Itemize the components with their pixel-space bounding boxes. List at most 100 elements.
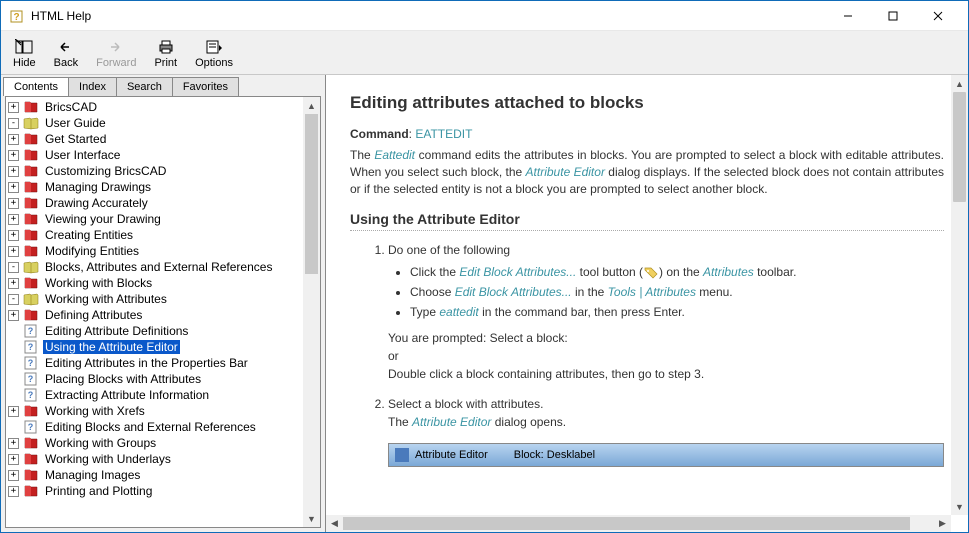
book-open-icon [23, 260, 39, 274]
content-vertical-scrollbar[interactable]: ▲ ▼ [951, 75, 968, 515]
help-page-icon [23, 420, 39, 434]
hide-button[interactable]: Hide [5, 35, 44, 71]
scroll-right-icon[interactable]: ▶ [934, 515, 951, 532]
svg-text:?: ? [13, 12, 19, 23]
back-icon [56, 37, 76, 57]
expand-toggle[interactable]: + [8, 438, 19, 449]
tree-item[interactable]: Working with Groups [43, 436, 158, 450]
tree-item[interactable]: Customizing BricsCAD [43, 164, 168, 178]
tab-contents[interactable]: Contents [3, 77, 69, 96]
tree-item[interactable]: Editing Attributes in the Properties Bar [43, 356, 250, 370]
scroll-up-icon[interactable]: ▲ [951, 75, 968, 92]
scroll-left-icon[interactable]: ◀ [326, 515, 343, 532]
print-button[interactable]: Print [146, 35, 185, 71]
hide-icon [14, 37, 34, 57]
book-icon [23, 100, 39, 114]
book-icon [23, 164, 39, 178]
tree-item[interactable]: Working with Xrefs [43, 404, 147, 418]
intro-paragraph: The Eattedit command edits the attribute… [350, 147, 944, 197]
content-area[interactable]: Editing attributes attached to blocks Co… [326, 75, 968, 532]
tree-item[interactable]: Creating Entities [43, 228, 135, 242]
book-icon [23, 180, 39, 194]
tree-item[interactable]: User Guide [43, 116, 108, 130]
expand-toggle[interactable]: + [8, 134, 19, 145]
book-open-icon [23, 292, 39, 306]
tab-search[interactable]: Search [116, 77, 173, 96]
options-button[interactable]: Options [187, 35, 241, 71]
book-icon [23, 468, 39, 482]
help-page-icon [23, 388, 39, 402]
back-button[interactable]: Back [46, 35, 86, 71]
tree-item[interactable]: Managing Images [43, 468, 142, 482]
close-button[interactable] [915, 2, 960, 30]
book-icon [23, 404, 39, 418]
tree-item[interactable]: Blocks, Attributes and External Referenc… [43, 260, 274, 274]
book-icon [23, 308, 39, 322]
book-open-icon [23, 116, 39, 130]
contents-tree[interactable]: + BricsCAD - User Guide + Get Started + User… [6, 97, 320, 527]
book-icon [23, 244, 39, 258]
expand-toggle[interactable]: + [8, 470, 19, 481]
options-icon [204, 37, 224, 57]
collapse-toggle[interactable]: - [8, 294, 19, 305]
expand-toggle[interactable]: + [8, 278, 19, 289]
dialog-preview: Attribute Editor Block: Desklabel [388, 443, 944, 467]
scroll-up-icon[interactable]: ▲ [303, 97, 320, 114]
expand-toggle[interactable]: + [8, 102, 19, 113]
tree-item[interactable]: Working with Attributes [43, 292, 169, 306]
tree-item[interactable]: Viewing your Drawing [43, 212, 163, 226]
expand-toggle[interactable]: + [8, 486, 19, 497]
window-title: HTML Help [31, 9, 91, 23]
expand-toggle[interactable]: + [8, 198, 19, 209]
tree-item[interactable]: User Interface [43, 148, 122, 162]
scroll-down-icon[interactable]: ▼ [951, 498, 968, 515]
content-horizontal-scrollbar[interactable]: ◀ ▶ [326, 515, 951, 532]
tree-item[interactable]: Modifying Entities [43, 244, 141, 258]
print-icon [156, 37, 176, 57]
help-page-icon [23, 356, 39, 370]
tree-item[interactable]: BricsCAD [43, 100, 99, 114]
expand-toggle[interactable]: + [8, 166, 19, 177]
collapse-toggle[interactable]: - [8, 118, 19, 129]
forward-button[interactable]: Forward [88, 35, 144, 71]
book-icon [23, 228, 39, 242]
help-page-icon [23, 324, 39, 338]
help-page-icon [23, 372, 39, 386]
tree-item[interactable]: Get Started [43, 132, 108, 146]
expand-toggle[interactable]: + [8, 310, 19, 321]
book-icon [23, 148, 39, 162]
tree-item[interactable]: Managing Drawings [43, 180, 153, 194]
dialog-title: Attribute Editor [415, 447, 488, 464]
command-row: Command: EATTEDIT [350, 127, 944, 141]
book-icon [23, 484, 39, 498]
tab-favorites[interactable]: Favorites [172, 77, 239, 96]
expand-toggle[interactable]: + [8, 182, 19, 193]
expand-toggle[interactable]: + [8, 454, 19, 465]
tree-item[interactable]: Extracting Attribute Information [43, 388, 211, 402]
tree-item-selected[interactable]: Using the Attribute Editor [43, 340, 180, 354]
collapse-toggle[interactable]: - [8, 262, 19, 273]
tree-item[interactable]: Editing Attribute Definitions [43, 324, 190, 338]
tree-scrollbar[interactable]: ▲ ▼ [303, 97, 320, 527]
expand-toggle[interactable]: + [8, 214, 19, 225]
tree-item[interactable]: Editing Blocks and External References [43, 420, 258, 434]
expand-toggle[interactable]: + [8, 230, 19, 241]
tree-item[interactable]: Defining Attributes [43, 308, 144, 322]
tree-item[interactable]: Placing Blocks with Attributes [43, 372, 203, 386]
tree-item[interactable]: Working with Blocks [43, 276, 154, 290]
tree-item[interactable]: Working with Underlays [43, 452, 173, 466]
expand-toggle[interactable]: + [8, 150, 19, 161]
navigation-panel: Contents Index Search Favorites + BricsCA… [1, 75, 326, 532]
command-link[interactable]: EATTEDIT [415, 127, 472, 141]
maximize-button[interactable] [870, 2, 915, 30]
tab-index[interactable]: Index [68, 77, 117, 96]
expand-toggle[interactable]: + [8, 406, 19, 417]
dialog-block-label: Block: Desklabel [514, 447, 595, 464]
tree-item[interactable]: Printing and Plotting [43, 484, 154, 498]
book-icon [23, 212, 39, 226]
tree-item[interactable]: Drawing Accurately [43, 196, 150, 210]
minimize-button[interactable] [825, 2, 870, 30]
expand-toggle[interactable]: + [8, 246, 19, 257]
scroll-down-icon[interactable]: ▼ [303, 510, 320, 527]
book-icon [23, 196, 39, 210]
